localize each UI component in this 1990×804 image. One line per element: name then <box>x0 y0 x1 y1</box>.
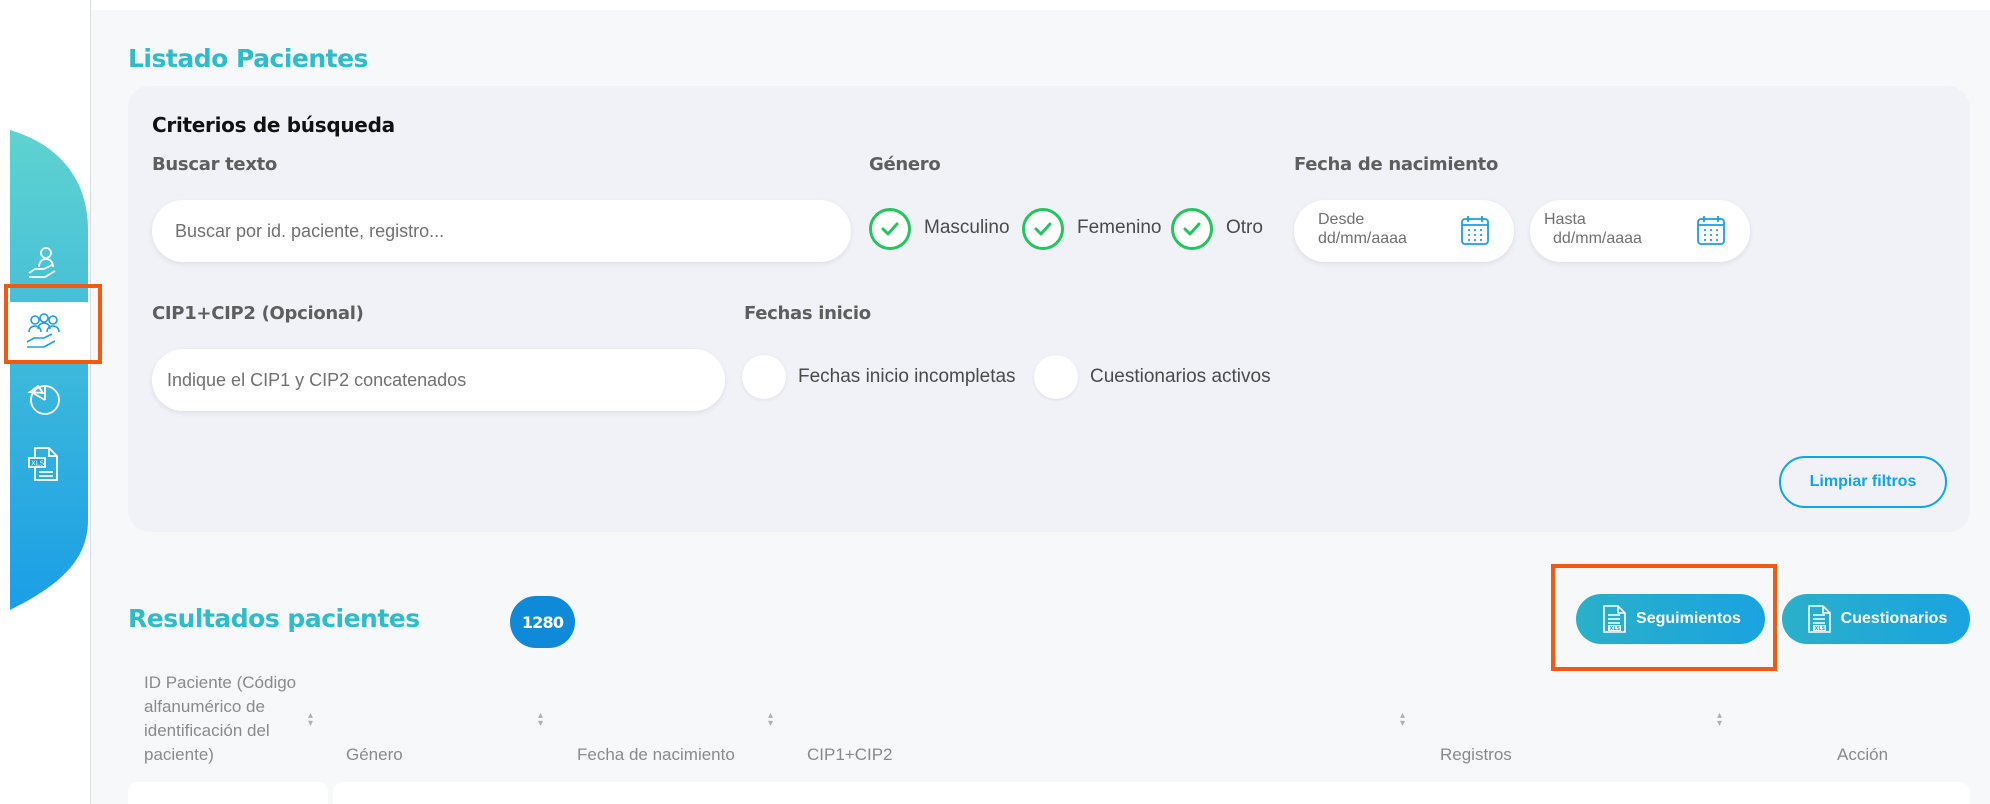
sidebar <box>10 130 88 610</box>
filters-heading: Criterios de búsqueda <box>152 113 395 137</box>
column-header-patient-id[interactable]: ID Paciente (Código alfanumérico de iden… <box>144 671 314 767</box>
sort-icon[interactable]: ▴ ▾ <box>768 711 773 729</box>
gender-femenino-label: Femenino <box>1077 217 1162 238</box>
gender-label: Género <box>869 154 941 175</box>
cip-placeholder: Indique el CIP1 y CIP2 concatenados <box>167 369 467 390</box>
sidebar-item-statistics[interactable] <box>22 376 66 420</box>
date-from-value: dd/mm/aaaa <box>1318 230 1407 247</box>
start-dates-incomplete-radio[interactable] <box>742 355 786 399</box>
check-icon <box>1183 222 1201 236</box>
search-label: Buscar texto <box>152 154 278 175</box>
results-count-badge: 1280 <box>510 596 575 648</box>
sidebar-item-patients[interactable] <box>22 310 66 354</box>
date-from-label: Desde <box>1318 211 1365 228</box>
date-to-label: Hasta <box>1544 211 1586 228</box>
svg-text:XLS: XLS <box>31 460 45 468</box>
gender-masculino-label: Masculino <box>924 217 1010 238</box>
gender-femenino-checkbox[interactable] <box>1022 208 1064 250</box>
xls-file-icon: XLS <box>1603 605 1626 633</box>
export-cuestionarios-label: Cuestionarios <box>1840 610 1948 627</box>
gender-otro-checkbox[interactable] <box>1171 208 1213 250</box>
patients-group-icon <box>26 313 60 348</box>
export-seguimientos-button[interactable]: XLS Seguimientos <box>1576 594 1765 644</box>
pie-chart-icon <box>27 384 60 415</box>
active-questionnaires-label: Cuestionarios activos <box>1090 366 1271 387</box>
active-questionnaires-radio[interactable] <box>1034 355 1078 399</box>
date-to-value: dd/mm/aaaa <box>1553 230 1642 247</box>
sort-icon[interactable]: ▴ ▾ <box>538 711 543 729</box>
sidebar-item-reports[interactable]: XLS <box>22 442 66 486</box>
date-to-field[interactable]: Hasta dd/mm/aaaa <box>1530 200 1750 262</box>
column-header-records[interactable]: Registros <box>1440 743 1512 767</box>
table-row[interactable] <box>333 782 1970 804</box>
start-dates-incomplete-label: Fechas inicio incompletas <box>798 366 1016 387</box>
sort-icon[interactable]: ▴ ▾ <box>1717 711 1722 729</box>
gender-masculino-checkbox[interactable] <box>869 208 911 250</box>
export-seguimientos-label: Seguimientos <box>1636 610 1741 627</box>
date-from-field[interactable]: Desde dd/mm/aaaa <box>1294 200 1514 262</box>
clear-filters-button[interactable]: Limpiar filtros <box>1779 456 1947 508</box>
calendar-icon[interactable] <box>1460 214 1490 246</box>
export-cuestionarios-button[interactable]: XLS Cuestionarios <box>1782 594 1970 644</box>
cip-input[interactable]: Indique el CIP1 y CIP2 concatenados <box>152 349 725 411</box>
table-row[interactable] <box>128 782 328 804</box>
search-input[interactable]: Buscar por id. paciente, registro... <box>152 200 851 262</box>
sort-icon[interactable]: ▴ ▾ <box>1400 711 1405 729</box>
patient-care-icon <box>28 247 56 278</box>
sort-icon[interactable]: ▴ ▾ <box>308 711 313 729</box>
results-title: Resultados pacientes <box>128 604 420 633</box>
gender-otro-label: Otro <box>1226 217 1263 238</box>
column-header-cip[interactable]: CIP1+CIP2 <box>807 743 893 767</box>
xls-file-icon: XLS <box>1807 605 1831 633</box>
column-header-action: Acción <box>1837 745 1889 764</box>
sidebar-item-patient-care[interactable] <box>22 240 66 284</box>
page-title: Listado Pacientes <box>128 44 368 73</box>
calendar-icon[interactable] <box>1696 214 1726 246</box>
filter-card <box>128 86 1970 532</box>
check-icon <box>1034 222 1052 236</box>
svg-text:XLS: XLS <box>1610 626 1621 632</box>
xls-report-icon: XLS <box>28 447 58 481</box>
column-header-gender[interactable]: Género <box>346 743 403 767</box>
svg-text:XLS: XLS <box>1814 626 1825 632</box>
start-dates-label: Fechas inicio <box>744 303 871 324</box>
cip-label: CIP1+CIP2 (Opcional) <box>152 303 364 324</box>
column-header-birthdate[interactable]: Fecha de nacimiento <box>577 743 735 767</box>
birthdate-label: Fecha de nacimiento <box>1294 154 1499 175</box>
check-icon <box>881 222 899 236</box>
search-placeholder: Buscar por id. paciente, registro... <box>175 220 445 241</box>
